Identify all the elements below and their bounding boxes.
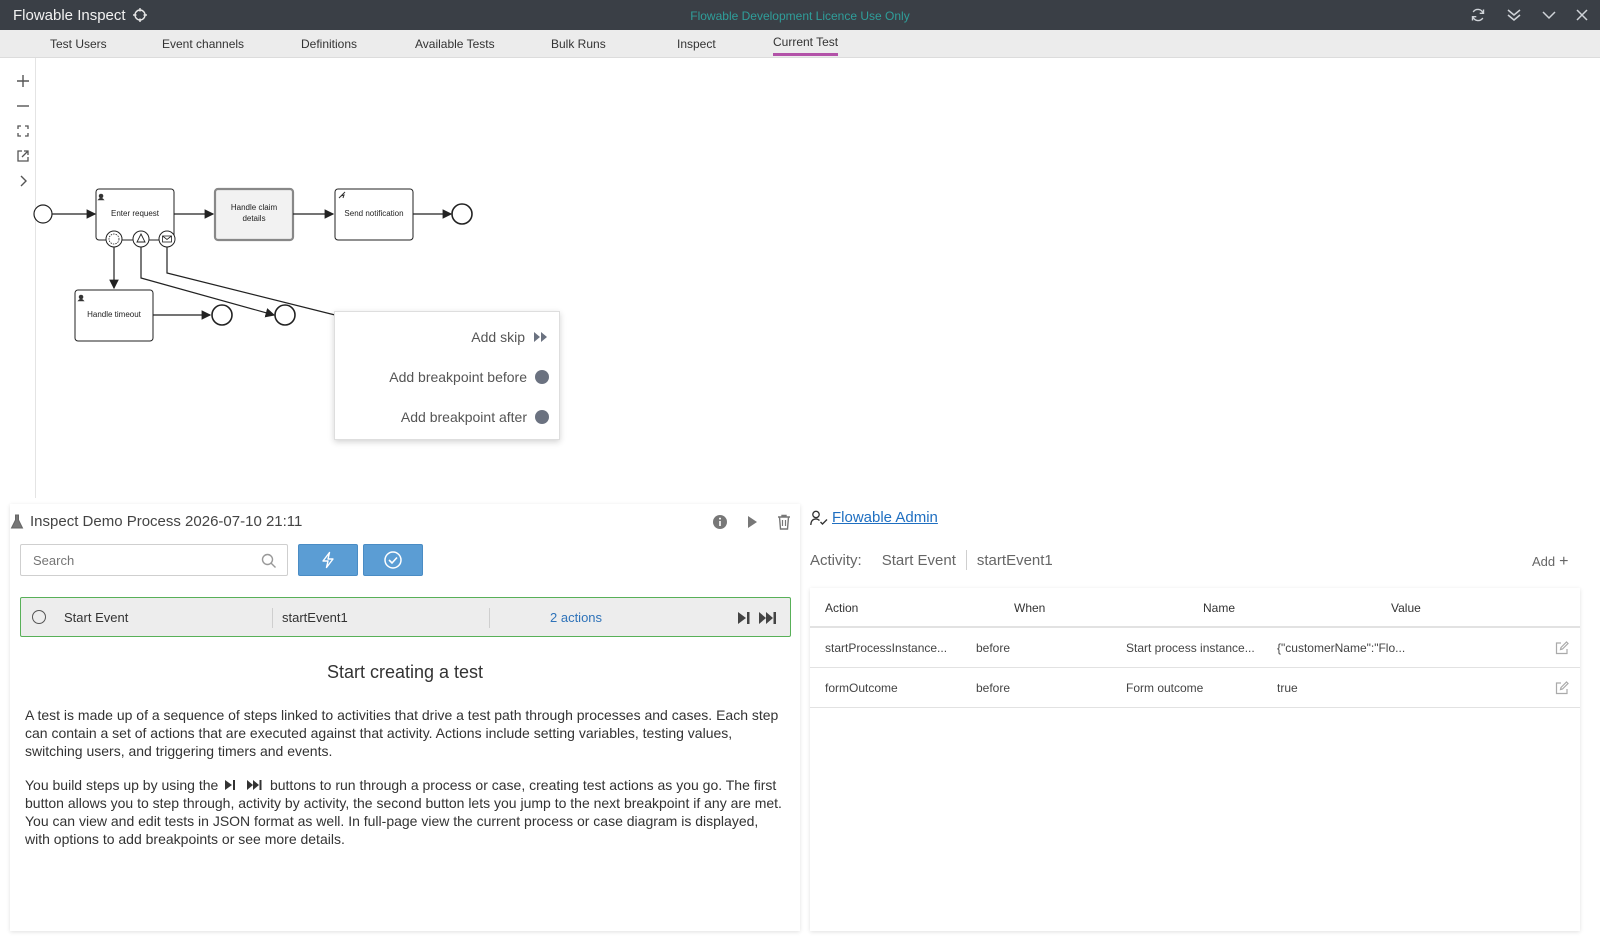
step-actions-link[interactable]: 2 actions	[550, 610, 602, 625]
run-to-breakpoint-icon[interactable]	[758, 610, 778, 626]
close-icon[interactable]	[1574, 7, 1590, 23]
timer-boundary-event[interactable]	[105, 230, 123, 248]
search-icon[interactable]	[261, 553, 277, 569]
help-paragraph-1: A test is made up of a sequence of steps…	[25, 707, 779, 759]
step-radio[interactable]	[32, 610, 46, 624]
tab-bulk-runs[interactable]: Bulk Runs	[551, 37, 606, 51]
tab-current-test[interactable]: Current Test	[773, 35, 839, 56]
minimize-icon[interactable]	[1541, 7, 1557, 23]
flask-icon	[10, 514, 24, 528]
end-event-escalation[interactable]	[274, 304, 296, 326]
info-icon[interactable]	[711, 513, 729, 531]
tab-event-channels[interactable]: Event channels	[162, 37, 244, 51]
user-check-icon	[810, 510, 828, 525]
refresh-icon[interactable]	[1470, 7, 1486, 23]
tab-test-users[interactable]: Test Users	[50, 37, 107, 51]
activity-label: Activity:	[810, 551, 862, 569]
step-id: startEvent1	[282, 610, 348, 625]
add-breakpoint-after-label: Add breakpoint after	[400, 409, 527, 425]
cell-name: Form outcome	[1126, 681, 1204, 695]
add-breakpoint-before-label: Add breakpoint before	[389, 369, 527, 385]
trash-icon[interactable]	[775, 513, 793, 531]
add-breakpoint-before-item[interactable]: Add breakpoint before	[389, 367, 549, 387]
actions-table: Action When Name Value startProcessInsta…	[810, 588, 1580, 931]
cell-when: before	[976, 641, 1011, 655]
play-icon[interactable]	[743, 513, 761, 531]
col-when[interactable]: When	[1014, 601, 1045, 615]
check-circle-icon	[384, 551, 402, 569]
col-name[interactable]: Name	[1203, 601, 1235, 615]
step-over-icon[interactable]	[736, 610, 752, 626]
licence-notice: Flowable Development Licence Use Only	[690, 9, 910, 23]
step-row[interactable]: Start Event startEvent1 2 actions	[20, 597, 791, 637]
plus-icon: +	[1559, 552, 1569, 570]
step-name: Start Event	[64, 610, 129, 625]
help-title: Start creating a test	[326, 662, 484, 682]
add-action-label: Add	[1532, 554, 1556, 569]
user-info: Flowable Admin	[810, 509, 938, 526]
activity-id: startEvent1	[976, 551, 1053, 569]
lightning-icon	[322, 551, 334, 569]
cell-name: Start process instance...	[1126, 641, 1255, 655]
help-paragraph-2-start: You build steps up by using the	[25, 777, 219, 793]
tab-bar: Test Users Event channels Definitions Av…	[0, 30, 1600, 58]
activity-header: Activity: Start Event startEvent1	[810, 550, 1053, 570]
label-send-notification: Send notification	[344, 209, 404, 218]
breakpoint-dot-icon	[535, 370, 549, 384]
edit-icon[interactable]	[1554, 640, 1570, 656]
breakpoint-dot-icon	[535, 410, 549, 424]
run-to-breakpoint-icon	[247, 780, 262, 790]
col-action[interactable]: Action	[825, 601, 858, 615]
tab-available-tests[interactable]: Available Tests	[415, 37, 495, 51]
cell-action: formOutcome	[825, 681, 898, 695]
tab-inspect[interactable]: Inspect	[677, 37, 716, 51]
add-breakpoint-after-item[interactable]: Add breakpoint after	[401, 407, 549, 427]
test-title-text: Inspect Demo Process 2026-07-10 21:11	[30, 513, 303, 530]
search-box	[20, 544, 288, 576]
label-handle-timeout: Handle timeout	[87, 310, 141, 319]
label-handle-claim: Handle claim details	[230, 203, 278, 223]
context-menu: Add skip Add breakpoint before Add break…	[334, 311, 560, 440]
divider	[965, 550, 967, 570]
assert-button[interactable]	[363, 544, 423, 576]
test-panel: Inspect Demo Process 2026-07-10 21:11 St…	[10, 504, 800, 931]
trigger-button[interactable]	[298, 544, 358, 576]
fast-forward-icon	[534, 332, 547, 342]
add-skip-label: Add skip	[471, 329, 525, 345]
step-over-icon	[225, 780, 236, 790]
cell-value: {"customerName":"Flo...	[1277, 641, 1406, 655]
search-input[interactable]	[21, 545, 241, 575]
divider	[489, 608, 490, 628]
process-diagram: Enter request Handle claim details Send …	[10, 58, 1590, 498]
title-bar: Flowable Inspect Flowable Development Li…	[0, 0, 1600, 30]
table-header: Action When Name Value	[810, 588, 1580, 628]
end-event-timeout[interactable]	[211, 304, 233, 326]
table-row[interactable]: formOutcome before Form outcome true	[810, 668, 1580, 708]
end-event[interactable]	[451, 203, 473, 225]
test-title: Inspect Demo Process 2026-07-10 21:11	[10, 513, 302, 530]
divider	[272, 608, 273, 628]
help-paragraph-2: You build steps up by using the buttons …	[25, 776, 785, 848]
cell-action: startProcessInstance...	[825, 641, 948, 655]
user-link[interactable]: Flowable Admin	[832, 509, 938, 526]
tab-definitions[interactable]: Definitions	[301, 37, 357, 51]
table-row[interactable]: startProcessInstance... before Start pro…	[810, 628, 1580, 668]
label-enter-request: Enter request	[110, 209, 160, 218]
start-event[interactable]	[33, 204, 53, 224]
activity-name: Start Event	[881, 551, 956, 569]
col-value[interactable]: Value	[1391, 601, 1421, 615]
collapse-all-icon[interactable]	[1506, 7, 1522, 23]
add-action-button[interactable]: Add +	[1532, 552, 1569, 570]
cell-value: true	[1277, 681, 1298, 695]
edit-icon[interactable]	[1554, 680, 1570, 696]
cell-when: before	[976, 681, 1011, 695]
add-skip-item[interactable]: Add skip	[471, 327, 549, 347]
